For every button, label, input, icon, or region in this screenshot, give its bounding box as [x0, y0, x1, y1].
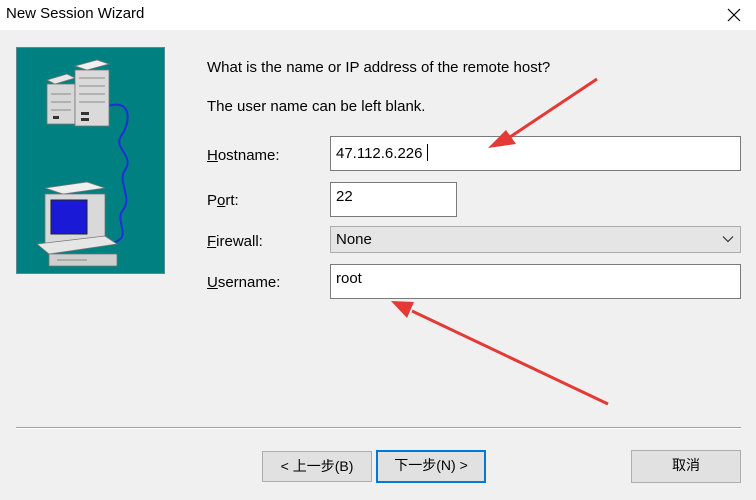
title-bar: New Session Wizard: [0, 0, 756, 30]
username-input[interactable]: root: [330, 264, 741, 299]
hostname-label: Hostname:: [207, 147, 280, 164]
computer-icon: [36, 181, 119, 267]
next-button[interactable]: 下一步(N) >: [376, 450, 486, 483]
firewall-selected-value: None: [336, 231, 372, 248]
port-input[interactable]: 22: [330, 182, 457, 217]
server-icon: [45, 73, 77, 125]
cancel-button[interactable]: 取消: [631, 450, 741, 483]
username-label: Username:: [207, 274, 281, 291]
network-illustration: [16, 47, 165, 274]
firewall-label: Firewall:: [207, 233, 263, 250]
prompt-hint: The user name can be left blank.: [207, 98, 426, 115]
annotation-arrow: [391, 301, 609, 406]
prompt-question: What is the name or IP address of the re…: [207, 59, 551, 76]
close-icon: [727, 8, 741, 22]
text-caret: [427, 144, 429, 161]
server-icon: [73, 59, 111, 127]
divider: [16, 427, 741, 429]
hostname-input[interactable]: 47.112.6.226: [330, 136, 741, 171]
firewall-select[interactable]: None: [330, 226, 741, 253]
back-button[interactable]: < 上一步(B): [262, 451, 372, 482]
chevron-down-icon: [722, 236, 734, 243]
close-button[interactable]: [712, 0, 756, 30]
port-label: Port:: [207, 192, 239, 209]
window-title: New Session Wizard: [6, 5, 145, 22]
